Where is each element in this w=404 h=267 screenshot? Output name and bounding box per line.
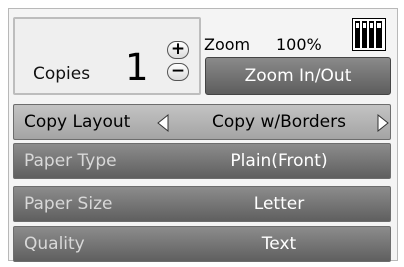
copy-layout-label: Copy Layout (24, 112, 131, 132)
paper-type-row[interactable]: Paper Type Plain(Front) (13, 143, 391, 179)
paper-size-label: Paper Size (24, 194, 113, 214)
copies-label: Copies (33, 64, 91, 84)
copy-layout-row[interactable]: Copy Layout Copy w/Borders (13, 104, 391, 140)
arrow-right-icon[interactable] (374, 113, 392, 133)
copies-value: 1 (125, 46, 149, 89)
copies-decrease-button[interactable]: − (167, 63, 189, 81)
zoom-in-out-button[interactable]: Zoom In/Out (205, 57, 391, 95)
copy-layout-value: Copy w/Borders (211, 112, 346, 132)
quality-label: Quality (24, 234, 85, 254)
copies-increase-button[interactable]: + (167, 41, 189, 59)
quality-value: Text (261, 234, 297, 254)
copies-box: Copies 1 + − (13, 17, 201, 95)
quality-row[interactable]: Quality Text (13, 226, 391, 262)
paper-type-label: Paper Type (24, 151, 117, 171)
ink-cartridges-icon (352, 18, 386, 51)
paper-type-value: Plain(Front) (230, 151, 328, 171)
paper-size-row[interactable]: Paper Size Letter (13, 186, 391, 222)
arrow-left-icon[interactable] (154, 113, 172, 133)
zoom-label: Zoom (204, 35, 251, 54)
paper-size-value: Letter (253, 194, 305, 214)
zoom-value: 100% (276, 35, 322, 54)
